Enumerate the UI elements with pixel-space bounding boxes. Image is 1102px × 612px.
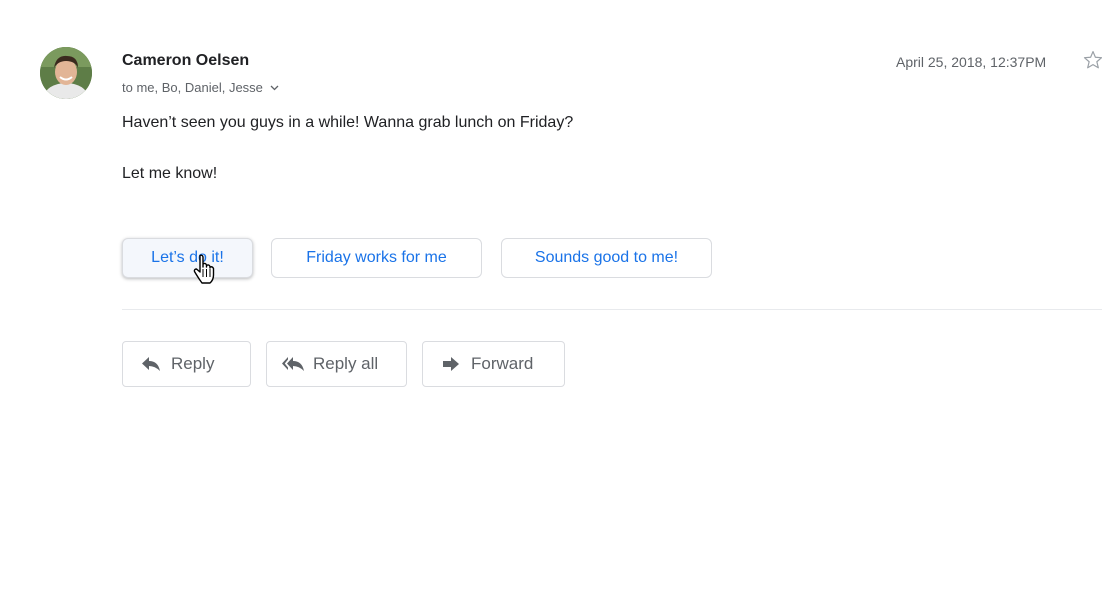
smart-reply-sounds-good[interactable]: Sounds good to me! [501, 238, 712, 278]
divider [122, 309, 1102, 310]
smart-reply-lets-do-it[interactable]: Let’s do it! [122, 238, 253, 278]
reply-all-button[interactable]: Reply all [266, 341, 407, 387]
message-body-line: Haven’t seen you guys in a while! Wanna … [122, 114, 574, 131]
reply-icon [139, 352, 163, 376]
recipients-line[interactable]: to me, Bo, Daniel, Jesse [122, 80, 279, 95]
star-icon[interactable] [1082, 49, 1102, 71]
forward-icon [439, 352, 463, 376]
message-body-line: Let me know! [122, 165, 218, 182]
reply-all-label: Reply all [313, 354, 379, 373]
smart-reply-friday-works[interactable]: Friday works for me [271, 238, 482, 278]
forward-label: Forward [471, 354, 534, 373]
chevron-down-icon[interactable] [270, 85, 279, 91]
message-timestamp: April 25, 2018, 12:37PM [896, 54, 1047, 70]
recipients-text: to me, Bo, Daniel, Jesse [122, 80, 263, 95]
reply-label: Reply [171, 354, 215, 373]
sender-avatar[interactable] [40, 47, 92, 99]
sender-name: Cameron Oelsen [122, 52, 250, 69]
reply-all-icon [281, 352, 305, 376]
reply-button[interactable]: Reply [122, 341, 251, 387]
forward-button[interactable]: Forward [422, 341, 565, 387]
